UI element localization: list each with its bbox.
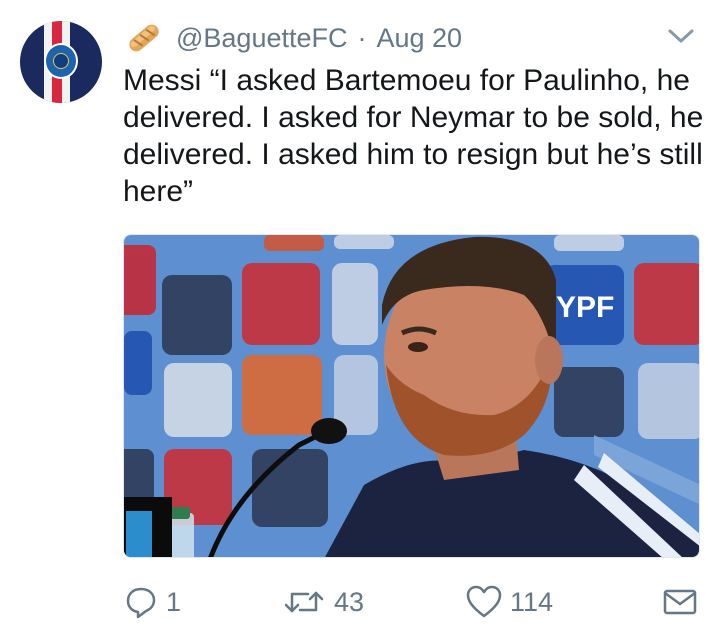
ypf-logo: YPF [556, 291, 614, 324]
tweet-header: @BaguetteFC · Aug 20 [124, 18, 462, 58]
tweet-text: Messi “I asked Bartemoeu for Paulinho, h… [123, 64, 704, 208]
avatar[interactable] [20, 21, 102, 103]
club-badge-core [53, 53, 69, 69]
chevron-down-icon[interactable] [664, 24, 698, 48]
reply-button[interactable]: 1 [124, 580, 181, 624]
retweet-button[interactable]: 43 [282, 580, 364, 624]
tweet-actions: 1 43 114 [0, 580, 720, 624]
header-separator: · [357, 22, 367, 53]
reply-count: 1 [166, 586, 182, 617]
baguette-icon [129, 24, 159, 52]
press-conference-image: YPF [124, 235, 699, 557]
user-handle[interactable]: @BaguetteFC [176, 23, 348, 54]
retweet-count: 43 [334, 586, 365, 617]
envelope-icon [663, 589, 697, 615]
tweet-date[interactable]: Aug 20 [377, 23, 463, 54]
club-badge-icon [44, 43, 78, 79]
retweet-icon [284, 591, 324, 613]
reply-icon [126, 587, 156, 619]
like-button[interactable]: 114 [466, 580, 553, 624]
tweet-photo[interactable]: YPF [123, 234, 700, 558]
like-count: 114 [510, 586, 554, 617]
heart-icon [466, 585, 502, 618]
direct-message-button[interactable] [662, 580, 698, 624]
tweet-card[interactable]: @BaguetteFC · Aug 20 Messi “I asked Bart… [0, 0, 720, 636]
